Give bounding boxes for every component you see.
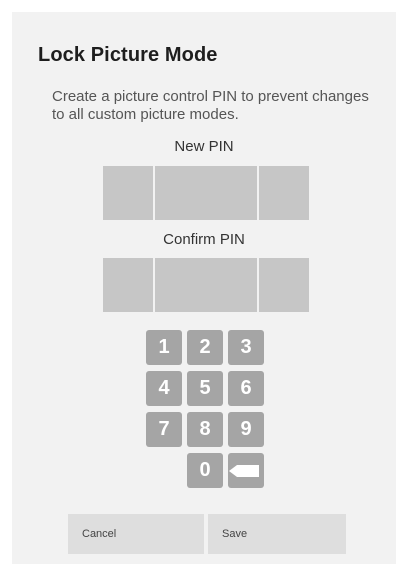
new-pin-field[interactable] bbox=[103, 166, 309, 220]
backspace-icon bbox=[229, 464, 259, 477]
confirm-pin-field[interactable] bbox=[103, 258, 309, 312]
key-1[interactable]: 1 bbox=[146, 330, 182, 365]
key-2[interactable]: 2 bbox=[187, 330, 223, 365]
confirm-pin-label: Confirm PIN bbox=[163, 231, 245, 248]
new-pin-label: New PIN bbox=[174, 138, 234, 155]
key-8[interactable]: 8 bbox=[187, 412, 223, 447]
new-pin-digit-box[interactable] bbox=[103, 166, 153, 220]
dialog-description: Create a picture control PIN to prevent … bbox=[52, 88, 369, 123]
backspace-key[interactable] bbox=[228, 453, 264, 488]
dialog-title: Lock Picture Mode bbox=[38, 44, 218, 66]
cancel-button[interactable]: Cancel bbox=[68, 514, 204, 554]
save-button[interactable]: Save bbox=[208, 514, 346, 554]
confirm-pin-digit-box[interactable] bbox=[155, 258, 257, 312]
new-pin-digit-box[interactable] bbox=[155, 166, 257, 220]
key-0[interactable]: 0 bbox=[187, 453, 223, 488]
lock-picture-mode-dialog: Lock Picture Mode Create a picture contr… bbox=[12, 12, 396, 564]
key-6[interactable]: 6 bbox=[228, 371, 264, 406]
new-pin-digit-box[interactable] bbox=[259, 166, 309, 220]
key-7[interactable]: 7 bbox=[146, 412, 182, 447]
confirm-pin-digit-box[interactable] bbox=[103, 258, 153, 312]
confirm-pin-digit-box[interactable] bbox=[259, 258, 309, 312]
key-4[interactable]: 4 bbox=[146, 371, 182, 406]
key-3[interactable]: 3 bbox=[228, 330, 264, 365]
key-5[interactable]: 5 bbox=[187, 371, 223, 406]
key-9[interactable]: 9 bbox=[228, 412, 264, 447]
